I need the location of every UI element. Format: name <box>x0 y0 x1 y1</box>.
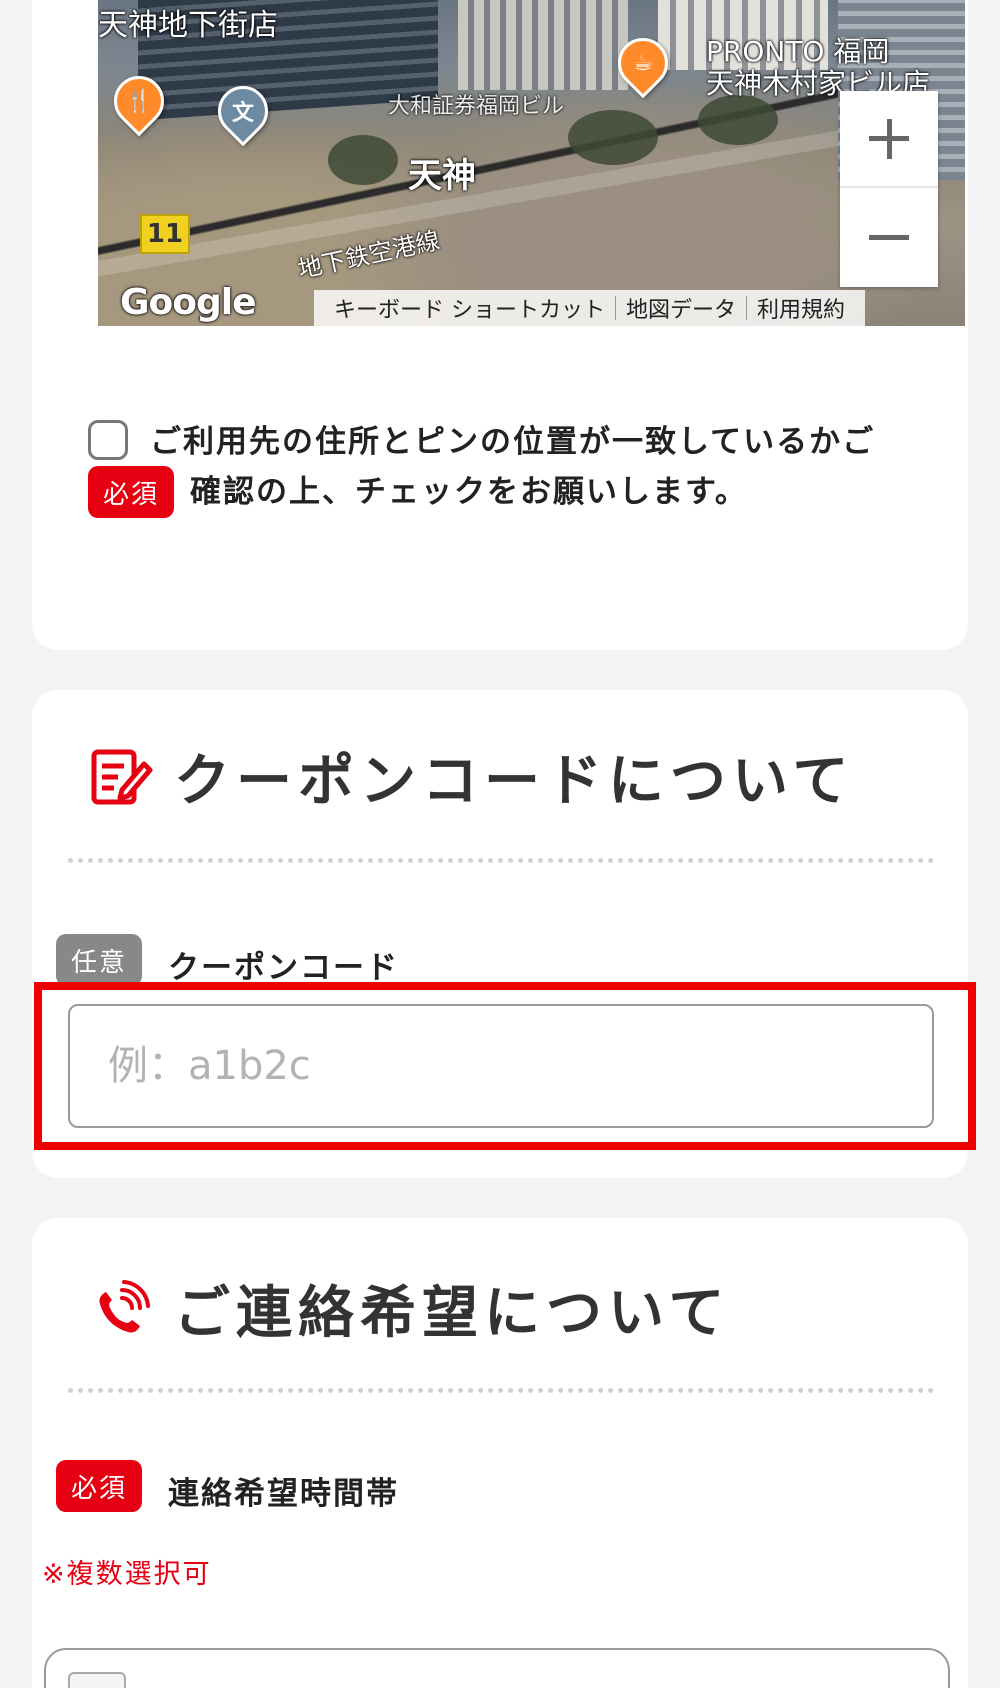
contact-time-label: 連絡希望時間帯 <box>168 1476 399 1512</box>
school-icon: 文 <box>231 101 254 126</box>
map-label-station: 天神 <box>408 156 476 196</box>
edit-document-icon <box>91 749 153 805</box>
map-building <box>458 0 628 90</box>
contact-time-checkbox[interactable] <box>68 1672 126 1688</box>
pin-confirm-text-line2: 確認の上、チェックをお願いします。 <box>190 474 748 510</box>
coupon-section-title: クーポンコードについて <box>174 749 855 814</box>
contact-section-header: ご連絡希望について <box>88 1268 908 1348</box>
zoom-out-button[interactable] <box>840 189 938 286</box>
multiple-select-note: ※複数選択可 <box>42 1559 212 1590</box>
optional-badge: 任意 <box>56 934 142 986</box>
keyboard-shortcuts-link[interactable]: キーボード ショートカット <box>324 292 615 324</box>
map-label-building: 大和証券福岡ビル <box>388 94 565 119</box>
pin-confirm-checkbox[interactable] <box>88 420 128 460</box>
minus-icon <box>869 235 909 240</box>
contact-section-title: ご連絡希望について <box>174 1281 731 1346</box>
map-card: 天神地下街店 大和証券福岡ビル PRONTO 福岡 天神木村家ビル店 天神 地下… <box>32 0 968 650</box>
google-map[interactable]: 天神地下街店 大和証券福岡ビル PRONTO 福岡 天神木村家ビル店 天神 地下… <box>98 0 965 326</box>
required-badge: 必須 <box>56 1460 142 1512</box>
section-divider <box>68 858 934 863</box>
map-tree <box>328 135 398 185</box>
map-label-cafe-line1: PRONTO 福岡 <box>706 35 890 68</box>
map-label-store: 天神地下街店 <box>98 8 278 43</box>
google-logo: Google <box>120 282 257 323</box>
fork-knife-icon: 🍴 <box>125 88 153 114</box>
route-sign: 11 <box>140 214 190 254</box>
page: 天神地下街店 大和証券福岡ビル PRONTO 福岡 天神木村家ビル店 天神 地下… <box>0 0 1000 1688</box>
map-tree <box>698 95 778 145</box>
map-label-subway-line: 地下鉄空港線 <box>295 226 443 284</box>
map-data-link[interactable]: 地図データ <box>616 292 746 324</box>
map-tree <box>568 110 658 165</box>
terms-link[interactable]: 利用規約 <box>747 292 855 324</box>
plus-icon-vertical <box>886 118 892 159</box>
coupon-code-input[interactable] <box>68 1004 934 1128</box>
coupon-card: クーポンコードについて 任意 クーポンコード <box>32 690 968 1178</box>
coupon-field-label: クーポンコード <box>168 950 399 986</box>
map-attribution-bar: キーボード ショートカット 地図データ 利用規約 <box>314 290 866 326</box>
section-divider <box>68 1388 934 1393</box>
zoom-in-button[interactable] <box>840 91 938 188</box>
contact-card: ご連絡希望について 必須 連絡希望時間帯 ※複数選択可 <box>32 1218 968 1688</box>
coffee-cup-icon: ☕ <box>633 50 653 76</box>
contact-time-option[interactable] <box>44 1648 950 1688</box>
map-zoom-controls <box>840 91 938 287</box>
pin-confirm-text-line1: ご利用先の住所とピンの位置が一致しているかご <box>150 424 876 460</box>
required-badge: 必須 <box>88 466 174 518</box>
coupon-section-header: クーポンコードについて <box>88 736 908 816</box>
phone-ringing-icon <box>99 1280 150 1333</box>
